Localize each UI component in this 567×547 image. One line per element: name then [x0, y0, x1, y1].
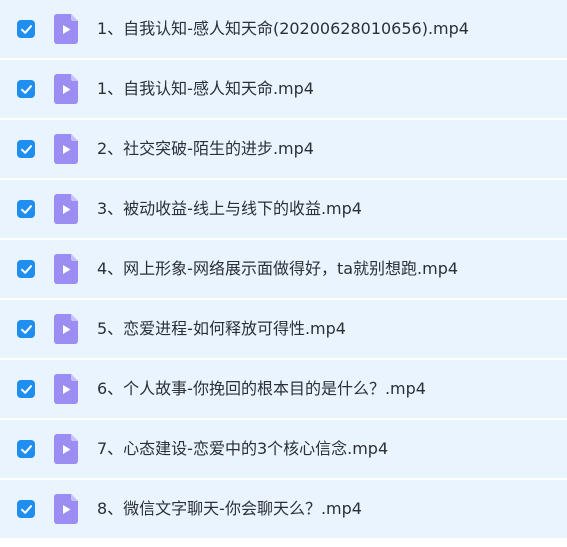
checkmark-icon	[20, 444, 32, 454]
file-checkbox[interactable]	[17, 500, 35, 518]
file-name: 3、被动收益-线上与线下的收益.mp4	[97, 199, 362, 218]
file-row[interactable]: 6、个人故事-你挽回的根本目的是什么？.mp4	[0, 360, 567, 418]
checkmark-icon	[20, 84, 32, 94]
file-row[interactable]: 8、微信文字聊天-你会聊天么？.mp4	[0, 480, 567, 538]
file-name: 5、恋爱进程-如何释放可得性.mp4	[97, 319, 346, 338]
file-checkbox[interactable]	[17, 80, 35, 98]
file-list: 1、自我认知-感人知天命(20200628010656).mp4 1、自我认知-…	[0, 0, 567, 547]
file-name: 1、自我认知-感人知天命(20200628010656).mp4	[97, 19, 469, 38]
file-checkbox[interactable]	[17, 440, 35, 458]
file-row[interactable]: 1、自我认知-感人知天命(20200628010656).mp4	[0, 0, 567, 58]
file-name: 4、网上形象-网络展示面做得好，ta就别想跑.mp4	[97, 259, 459, 278]
video-file-icon	[54, 14, 78, 44]
video-file-icon	[54, 74, 78, 104]
video-file-icon	[54, 374, 78, 404]
checkmark-icon	[20, 384, 32, 394]
checkmark-icon	[20, 204, 32, 214]
video-file-icon	[54, 434, 78, 464]
file-name: 7、心态建设-恋爱中的3个核心信念.mp4	[97, 439, 389, 458]
file-name: 6、个人故事-你挽回的根本目的是什么？.mp4	[97, 379, 426, 398]
file-checkbox[interactable]	[17, 140, 35, 158]
file-row[interactable]: 1、自我认知-感人知天命.mp4	[0, 60, 567, 118]
file-name: 1、自我认知-感人知天命.mp4	[97, 79, 314, 98]
checkmark-icon	[20, 324, 32, 334]
file-checkbox[interactable]	[17, 260, 35, 278]
file-row[interactable]: 7、心态建设-恋爱中的3个核心信念.mp4	[0, 420, 567, 478]
file-row[interactable]: 4、网上形象-网络展示面做得好，ta就别想跑.mp4	[0, 240, 567, 298]
checkmark-icon	[20, 144, 32, 154]
video-file-icon	[54, 314, 78, 344]
file-name: 2、社交突破-陌生的进步.mp4	[97, 139, 314, 158]
file-row[interactable]: 2、社交突破-陌生的进步.mp4	[0, 120, 567, 178]
video-file-icon	[54, 494, 78, 524]
video-file-icon	[54, 254, 78, 284]
file-checkbox[interactable]	[17, 320, 35, 338]
file-checkbox[interactable]	[17, 380, 35, 398]
checkmark-icon	[20, 264, 32, 274]
file-row[interactable]: 3、被动收益-线上与线下的收益.mp4	[0, 180, 567, 238]
file-checkbox[interactable]	[17, 20, 35, 38]
file-checkbox[interactable]	[17, 200, 35, 218]
file-name: 8、微信文字聊天-你会聊天么？.mp4	[97, 499, 362, 518]
video-file-icon	[54, 194, 78, 224]
checkmark-icon	[20, 24, 32, 34]
file-row[interactable]: 5、恋爱进程-如何释放可得性.mp4	[0, 300, 567, 358]
checkmark-icon	[20, 504, 32, 514]
video-file-icon	[54, 134, 78, 164]
